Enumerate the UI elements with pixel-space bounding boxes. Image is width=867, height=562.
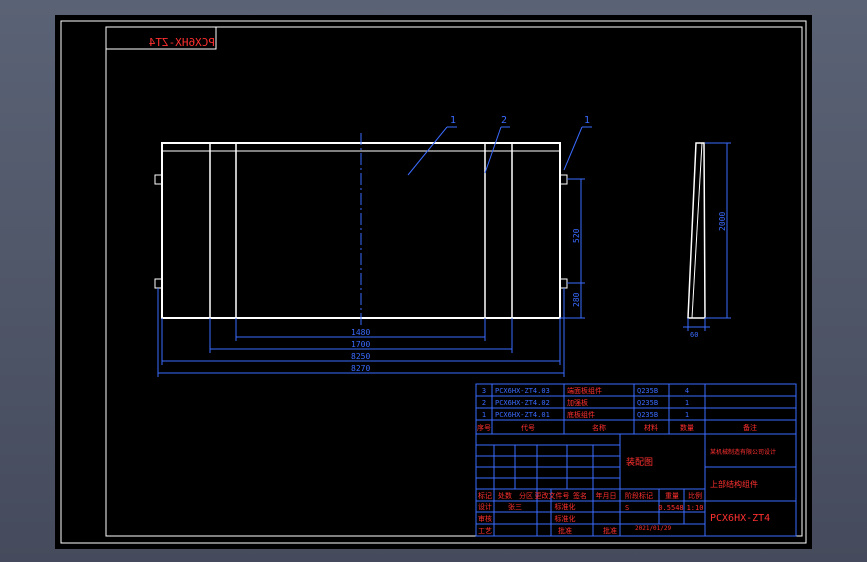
lug-right-top bbox=[559, 174, 568, 185]
bom-seq: 1 bbox=[482, 411, 486, 419]
bom-header: 材料 bbox=[644, 423, 658, 432]
tb-label: 审核 bbox=[478, 514, 492, 523]
tb-value: 张三 bbox=[508, 502, 522, 511]
tb-label: 设计 bbox=[478, 502, 492, 511]
dim-label: 8270 bbox=[351, 364, 370, 373]
dim-label: 520 bbox=[572, 228, 581, 243]
tb-stage: S bbox=[625, 504, 629, 512]
tb-label: 工艺 bbox=[478, 527, 492, 535]
tb-value: 标准化 bbox=[555, 514, 576, 523]
tb-drawing-code: PCX6HX-ZT4 bbox=[710, 513, 770, 524]
lug-left-top bbox=[154, 174, 163, 185]
cad-drawing-canvas: PCX6HX-ZT4 1 2 1 1480 1700 8250 8270 520… bbox=[60, 20, 807, 544]
tb-label: 批准 bbox=[558, 526, 572, 535]
balloon-2: 2 bbox=[501, 115, 507, 126]
leader-line bbox=[484, 126, 502, 174]
tb-date: 2021/01/29 bbox=[635, 525, 672, 532]
tb-label: 比例 bbox=[688, 491, 702, 500]
lug-left-bottom bbox=[154, 278, 163, 289]
tb-material: 装配图 bbox=[626, 456, 653, 468]
tb-label: 重量 bbox=[665, 492, 679, 500]
bom-header: 备注 bbox=[743, 423, 757, 432]
bom-material: Q235B bbox=[637, 387, 658, 395]
tb-label: 阶段标记 bbox=[625, 491, 653, 500]
tb-part-name: 上部结构组件 bbox=[710, 479, 758, 489]
balloon-3: 1 bbox=[584, 115, 590, 126]
dim-label: 1480 bbox=[351, 328, 370, 337]
bom-header: 序号 bbox=[477, 423, 491, 432]
bom-header: 代号 bbox=[521, 423, 535, 432]
bom-code: PCX6HX-ZT4.01 bbox=[495, 411, 550, 419]
dim-label: 1700 bbox=[351, 340, 370, 349]
bom-header: 数量 bbox=[680, 423, 694, 432]
tb-label: 处数 bbox=[498, 491, 512, 500]
drawing-sheet: PCX6HX-ZT4 1 2 1 1480 1700 8250 8270 520… bbox=[55, 15, 812, 549]
tb-label: 标准化 bbox=[555, 502, 576, 511]
lug-right-bottom bbox=[559, 278, 568, 289]
bom-qty: 1 bbox=[685, 399, 689, 407]
dim-label: 60 bbox=[690, 331, 698, 339]
side-dimensions bbox=[683, 142, 731, 331]
tb-label: 更改文件号 bbox=[535, 491, 570, 500]
dim-label: 280 bbox=[572, 292, 581, 307]
tb-value: 批准 bbox=[603, 526, 617, 535]
bom-material: Q235B bbox=[637, 399, 658, 407]
side-view: 2000 60 bbox=[683, 142, 731, 339]
front-view: 1 2 1 1480 1700 8250 8270 520 280 bbox=[154, 115, 592, 377]
tb-label: 标记 bbox=[478, 491, 492, 500]
balloon-1: 1 bbox=[450, 115, 456, 126]
tb-weight: 0.5548 bbox=[658, 504, 683, 512]
leader-line bbox=[563, 126, 583, 171]
code-stamp-mirrored: PCX6HX-ZT4 bbox=[148, 36, 215, 49]
bom-seq: 2 bbox=[482, 399, 486, 407]
bom-name: 底板组件 bbox=[567, 410, 595, 419]
bom-name: 端面板组件 bbox=[567, 386, 602, 395]
bom-qty: 1 bbox=[685, 411, 689, 419]
tb-company: 某机械制造有限公司设计 bbox=[710, 448, 776, 456]
tb-label: 分区 bbox=[519, 491, 533, 500]
tb-label: 年月日 bbox=[596, 491, 617, 500]
dim-label: 8250 bbox=[351, 352, 370, 361]
tb-label: 签名 bbox=[573, 491, 587, 500]
bom-seq: 3 bbox=[482, 387, 486, 395]
bom-code: PCX6HX-ZT4.02 bbox=[495, 399, 550, 407]
bom-code: PCX6HX-ZT4.03 bbox=[495, 387, 550, 395]
bom-name: 加强板 bbox=[567, 398, 588, 407]
bom-qty: 4 bbox=[685, 387, 689, 395]
side-profile-inner bbox=[691, 142, 703, 319]
bom-material: Q235B bbox=[637, 411, 658, 419]
tb-scale: 1:10 bbox=[687, 504, 704, 512]
dim-label: 2000 bbox=[718, 212, 727, 231]
bom-header: 名称 bbox=[592, 423, 606, 432]
